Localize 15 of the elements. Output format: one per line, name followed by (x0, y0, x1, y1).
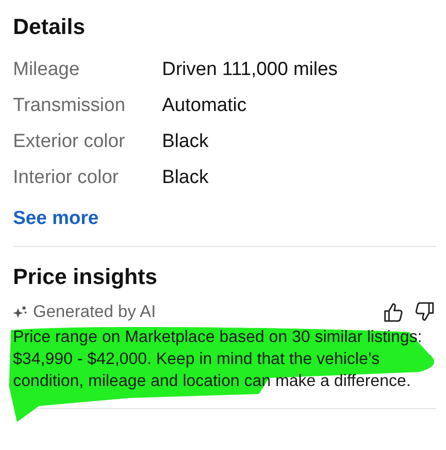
detail-label: Transmission (13, 95, 126, 117)
thumbs-down-icon[interactable] (414, 301, 436, 323)
detail-label: Exterior color (13, 131, 126, 153)
detail-value: Black (162, 131, 208, 153)
section-title: Price insights (13, 263, 158, 291)
section-title: Details (13, 13, 86, 41)
ai-source-label: Generated by AI (33, 302, 156, 322)
sparkle-icon (13, 305, 27, 319)
thumbs-up-icon[interactable] (382, 301, 404, 323)
detail-value: Automatic (162, 95, 246, 117)
see-more-link[interactable]: See more (13, 208, 99, 230)
detail-label: Mileage (13, 59, 81, 81)
detail-value: Driven 111,000 miles (162, 59, 338, 81)
detail-label: Interior color (13, 167, 120, 189)
detail-value: Black (162, 167, 208, 189)
